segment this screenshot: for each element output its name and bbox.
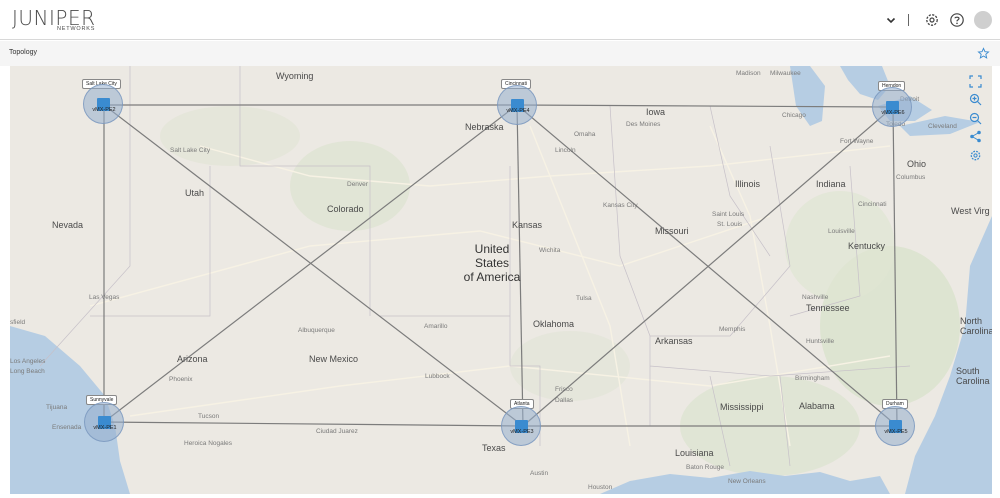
map-label-city: Lubbock <box>425 373 450 380</box>
map-label-city: sfield <box>10 319 26 326</box>
topology-map[interactable]: Wyoming Nebraska Iowa Utah Colorado Kans… <box>10 66 992 494</box>
map-label-state: West Virg <box>951 206 990 216</box>
router-node[interactable]: vMX-PE2 <box>83 84 123 124</box>
gear-icon[interactable] <box>924 12 940 28</box>
map-label-city: Fort Wayne <box>840 138 874 145</box>
map-label-city: Kansas City <box>603 202 638 209</box>
node-label: vMX-PE1 <box>93 425 117 431</box>
map-label-state: Iowa <box>646 107 666 117</box>
map-label-state: Kansas <box>512 220 543 230</box>
map-label-state: New Mexico <box>309 354 359 364</box>
map-label-city: Columbus <box>896 174 926 181</box>
map-label-city: Dallas <box>555 397 574 404</box>
map-label-state: South Carolina <box>956 366 990 386</box>
map-label-city: St. Louis <box>717 221 743 228</box>
map-label-city: Phoenix <box>169 376 193 383</box>
star-icon[interactable] <box>977 47 990 60</box>
map-label-city: Austin <box>530 470 549 477</box>
node-label: vMX-PE2 <box>92 107 116 113</box>
avatar[interactable] <box>974 11 992 29</box>
logo-subtext: NETWORKS <box>57 26 96 32</box>
map-label-city: Tulsa <box>576 295 592 302</box>
zoom-in-icon[interactable] <box>969 93 982 106</box>
map-label-city: Louisville <box>828 228 855 235</box>
map-label-state: Louisiana <box>675 448 714 458</box>
map-label-city: Frisco <box>555 386 573 393</box>
map-label-state: Mississippi <box>720 402 764 412</box>
chevron-down-icon[interactable] <box>884 13 898 27</box>
router-node[interactable]: vMX-PE3 <box>501 406 541 446</box>
map-label-city: Omaha <box>574 131 596 138</box>
map-label-city: Memphis <box>719 326 746 333</box>
map-label-city: Wichita <box>539 247 561 254</box>
map-label-city: Chicago <box>782 112 806 119</box>
map-label-state: Texas <box>482 443 506 453</box>
map-label-city: Milwaukee <box>770 70 801 77</box>
map-label-state: Arizona <box>177 354 208 364</box>
map-label-city: Amarillo <box>424 323 448 330</box>
map-label-state: Kentucky <box>848 241 886 251</box>
map-label-city: Huntsville <box>806 338 835 345</box>
node-label: vMX-PE5 <box>884 429 908 435</box>
header-divider <box>908 14 909 26</box>
map-label-state: Colorado <box>327 204 364 214</box>
node-label: vMX-PE4 <box>506 108 530 114</box>
settings-icon[interactable] <box>969 149 982 162</box>
map-label-state: Indiana <box>816 179 846 189</box>
map-label-city: Denver <box>347 181 368 188</box>
map-label-state: Oklahoma <box>533 319 575 329</box>
map-label-city: Birmingham <box>795 375 830 382</box>
fit-to-screen-icon[interactable] <box>969 75 982 88</box>
help-icon[interactable] <box>949 12 965 28</box>
map-label-city: Las Vegas <box>89 294 120 301</box>
map-label-city: Nashville <box>802 294 829 301</box>
map-label-city: Lincoln <box>555 147 576 154</box>
map-label-city: Ciudad Juarez <box>316 428 358 435</box>
map-label-state: Tennessee <box>806 303 850 313</box>
map-label-city: Cleveland <box>928 123 957 130</box>
map-label-state: Arkansas <box>655 336 693 346</box>
juniper-logo[interactable]: JUNIPER NETWORKS <box>12 6 96 34</box>
map-label-city: Heroica Nogales <box>184 440 233 447</box>
map-label-state: Nevada <box>52 220 84 230</box>
page-toolbar <box>0 41 1000 66</box>
router-node[interactable]: vMX-PE4 <box>497 85 537 125</box>
map-label-city: Houston <box>588 484 613 491</box>
router-node[interactable]: vMX-PE1 <box>84 402 124 442</box>
router-node[interactable]: vMX-PE6 <box>872 87 912 127</box>
map-label-state: Utah <box>185 188 205 198</box>
map-label-city: Tucson <box>198 413 220 420</box>
map-label-state: North Carolina <box>960 316 992 336</box>
map-label-state: Wyoming <box>276 71 314 81</box>
page-title: Topology <box>9 49 38 56</box>
node-label: vMX-PE6 <box>881 110 905 116</box>
router-node[interactable]: vMX-PE5 <box>875 406 915 446</box>
map-label-state: Ohio <box>907 159 927 169</box>
map-label-city: Long Beach <box>10 368 45 375</box>
map-label-city: Baton Rouge <box>686 464 724 471</box>
zoom-out-icon[interactable] <box>969 112 982 125</box>
map-label-city: Albuquerque <box>298 327 335 334</box>
map-label-city: Saint Louis <box>712 211 745 218</box>
node-label: vMX-PE3 <box>510 429 534 435</box>
map-label-city: Los Angeles <box>10 358 46 365</box>
map-label-city: Des Moines <box>626 121 661 128</box>
share-icon[interactable] <box>969 130 982 143</box>
map-label-city: Madison <box>736 70 761 77</box>
map-label-city: Tijuana <box>46 404 68 411</box>
map-label-country: United States of America <box>463 242 521 284</box>
app-header: JUNIPER NETWORKS <box>0 0 1000 40</box>
map-label-state: Alabama <box>799 401 835 411</box>
map-label-city: Cincinnati <box>858 201 887 208</box>
map-label-state: Nebraska <box>465 122 504 132</box>
map-label-state: Illinois <box>735 179 761 189</box>
map-label-city: New Orleans <box>728 478 766 485</box>
map-label-state: Missouri <box>655 226 689 236</box>
map-label-city: Salt Lake City <box>170 147 211 154</box>
